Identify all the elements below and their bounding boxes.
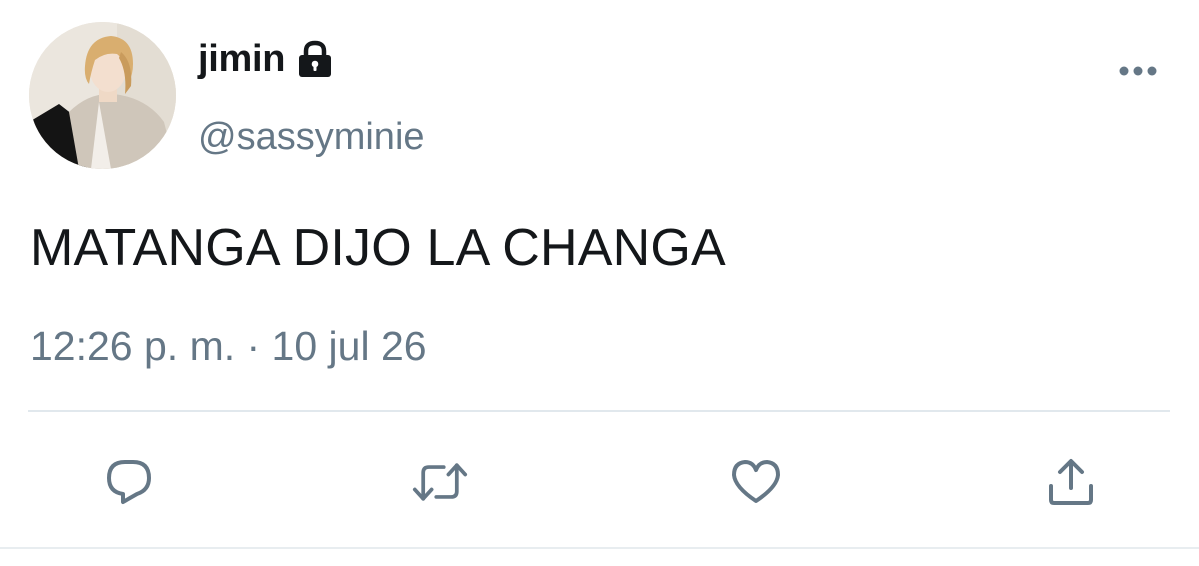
retweet-button[interactable] (412, 454, 468, 510)
tweet-text: MATANGA DIJO LA CHANGA (30, 219, 726, 277)
avatar[interactable] (29, 22, 176, 169)
more-options-button[interactable] (1116, 60, 1160, 82)
reply-icon (107, 460, 151, 504)
more-options-icon (1119, 66, 1157, 76)
user-handle[interactable]: @sassyminie (198, 118, 425, 156)
tweet-timestamp[interactable]: 12:26 p. m. · 10 jul 26 (30, 326, 427, 367)
retweet-icon (412, 463, 468, 501)
lock-icon (295, 40, 335, 78)
display-name[interactable]: jimin (198, 40, 335, 78)
bottom-divider (0, 547, 1199, 549)
share-button[interactable] (1043, 454, 1099, 510)
like-button[interactable] (728, 454, 784, 510)
reply-button[interactable] (101, 454, 157, 510)
profile-photo (29, 22, 176, 169)
divider (28, 410, 1170, 412)
display-name-text: jimin (198, 38, 286, 80)
share-icon (1049, 459, 1093, 505)
heart-icon (732, 460, 780, 503)
